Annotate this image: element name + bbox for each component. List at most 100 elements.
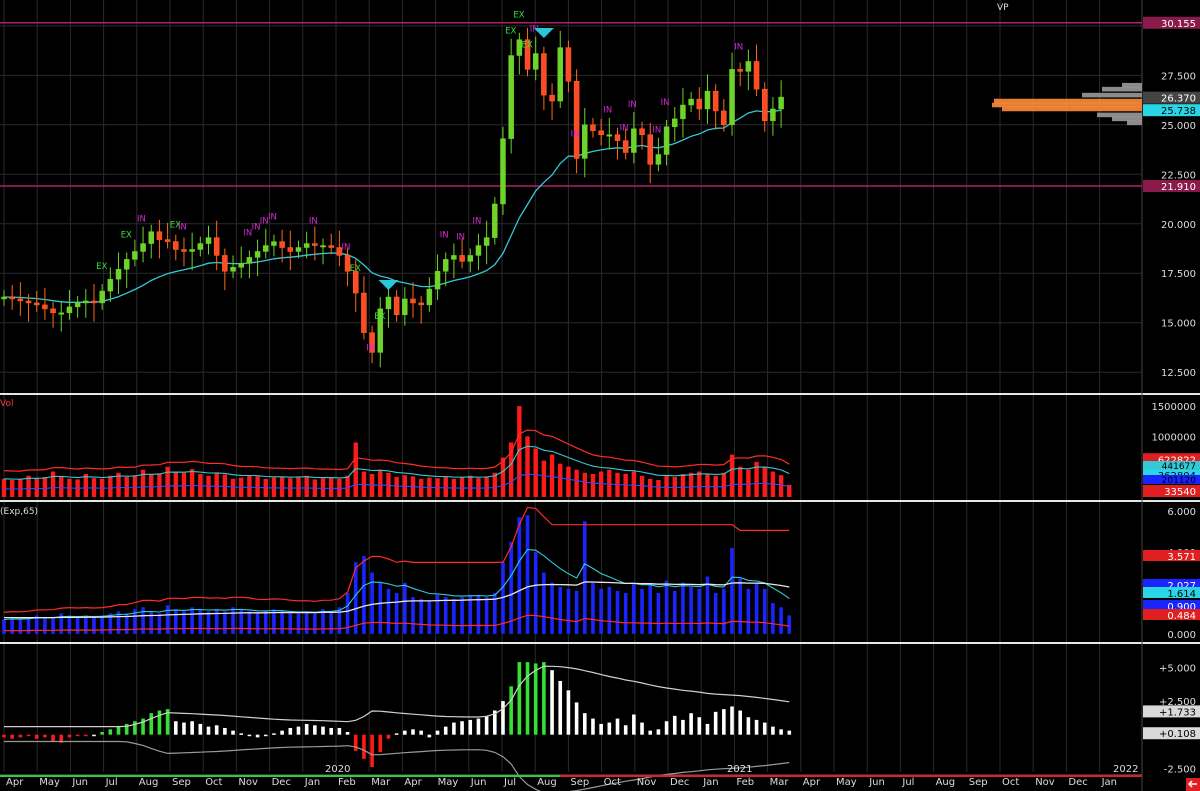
oscillator-bar: [198, 609, 203, 634]
candle[interactable]: [639, 128, 645, 135]
candle[interactable]: [573, 81, 580, 159]
candle[interactable]: [246, 257, 253, 264]
candle[interactable]: [778, 96, 784, 110]
candle[interactable]: [222, 255, 228, 272]
candle[interactable]: [704, 90, 711, 110]
candle[interactable]: [279, 241, 285, 248]
volume-bar: [247, 475, 252, 497]
candle[interactable]: [9, 296, 15, 300]
candle[interactable]: [271, 241, 277, 246]
candle[interactable]: [58, 312, 65, 315]
candle[interactable]: [418, 302, 424, 306]
candle[interactable]: [83, 300, 89, 304]
candle[interactable]: [590, 124, 596, 131]
candle[interactable]: [672, 118, 678, 128]
red-arrow-icon[interactable]: [1186, 778, 1200, 791]
candle[interactable]: [712, 90, 719, 112]
volume-bar: [394, 477, 399, 497]
candle[interactable]: [213, 237, 220, 256]
candle[interactable]: [361, 292, 367, 333]
candle[interactable]: [434, 271, 441, 290]
candle[interactable]: [205, 237, 212, 244]
candle[interactable]: [303, 243, 310, 248]
candle[interactable]: [173, 241, 179, 250]
candle[interactable]: [663, 126, 670, 155]
candle[interactable]: [181, 249, 187, 252]
candle[interactable]: [320, 245, 326, 248]
candle[interactable]: [598, 130, 604, 135]
candle[interactable]: [614, 134, 621, 141]
candle[interactable]: [164, 239, 171, 242]
candle[interactable]: [582, 124, 588, 159]
candle[interactable]: [557, 47, 563, 102]
candle[interactable]: [287, 247, 294, 252]
candle[interactable]: [565, 47, 572, 82]
candle[interactable]: [410, 298, 416, 304]
candle[interactable]: [230, 267, 236, 272]
histogram-bar: [623, 725, 628, 735]
volume-bar: [590, 473, 596, 497]
candle[interactable]: [753, 61, 760, 90]
candle[interactable]: [680, 104, 686, 120]
candle[interactable]: [549, 94, 555, 102]
candle[interactable]: [42, 304, 48, 310]
candle[interactable]: [91, 300, 97, 304]
candle[interactable]: [745, 61, 752, 72]
candle[interactable]: [459, 255, 465, 262]
candle[interactable]: [492, 203, 498, 238]
histogram-bar: [173, 721, 178, 735]
candle[interactable]: [263, 245, 269, 252]
volume-bar: [165, 466, 170, 497]
candle[interactable]: [770, 108, 776, 122]
candle[interactable]: [148, 231, 154, 244]
candle[interactable]: [17, 298, 24, 302]
candle[interactable]: [655, 154, 662, 165]
candle[interactable]: [107, 278, 114, 292]
candle[interactable]: [74, 302, 81, 308]
candle[interactable]: [312, 243, 318, 246]
candle[interactable]: [197, 243, 204, 250]
candle[interactable]: [761, 88, 768, 122]
candle[interactable]: [254, 251, 261, 258]
candle[interactable]: [132, 251, 138, 260]
candle[interactable]: [99, 290, 105, 304]
candle[interactable]: [123, 259, 130, 270]
candle[interactable]: [140, 243, 146, 252]
candle[interactable]: [385, 296, 392, 310]
chart-canvas[interactable]: EX EX IN EX IN IN IN IN IN IN IN EX IN IN IN EX EX EX IN IN…: [0, 0, 1200, 791]
candle[interactable]: [541, 53, 547, 96]
candle[interactable]: [631, 128, 637, 153]
candle[interactable]: [721, 110, 727, 126]
candle[interactable]: [532, 53, 539, 70]
candle[interactable]: [500, 138, 506, 205]
candle[interactable]: [402, 298, 408, 316]
candle[interactable]: [737, 69, 743, 72]
candle[interactable]: [442, 259, 449, 272]
candle[interactable]: [426, 288, 433, 306]
candle[interactable]: [483, 237, 490, 246]
candle[interactable]: [393, 296, 400, 316]
candle[interactable]: [688, 98, 694, 106]
candle[interactable]: [622, 140, 629, 153]
candle[interactable]: [66, 306, 73, 314]
candle[interactable]: [156, 231, 163, 240]
candle[interactable]: [25, 300, 32, 304]
candle[interactable]: [295, 247, 302, 252]
candle[interactable]: [729, 69, 735, 126]
candle[interactable]: [33, 302, 40, 306]
candle[interactable]: [451, 255, 457, 260]
candle[interactable]: [50, 308, 56, 314]
candle[interactable]: [115, 269, 122, 280]
candle[interactable]: [467, 255, 474, 262]
candle[interactable]: [647, 134, 653, 165]
candle[interactable]: [1, 296, 7, 300]
candle[interactable]: [508, 55, 514, 139]
candle[interactable]: [352, 271, 359, 294]
candle[interactable]: [606, 134, 613, 137]
signal-label: EX: [121, 230, 132, 240]
candle[interactable]: [475, 245, 482, 256]
candle[interactable]: [328, 245, 334, 248]
candle[interactable]: [189, 249, 195, 252]
candle[interactable]: [238, 263, 244, 268]
candle[interactable]: [696, 98, 703, 110]
